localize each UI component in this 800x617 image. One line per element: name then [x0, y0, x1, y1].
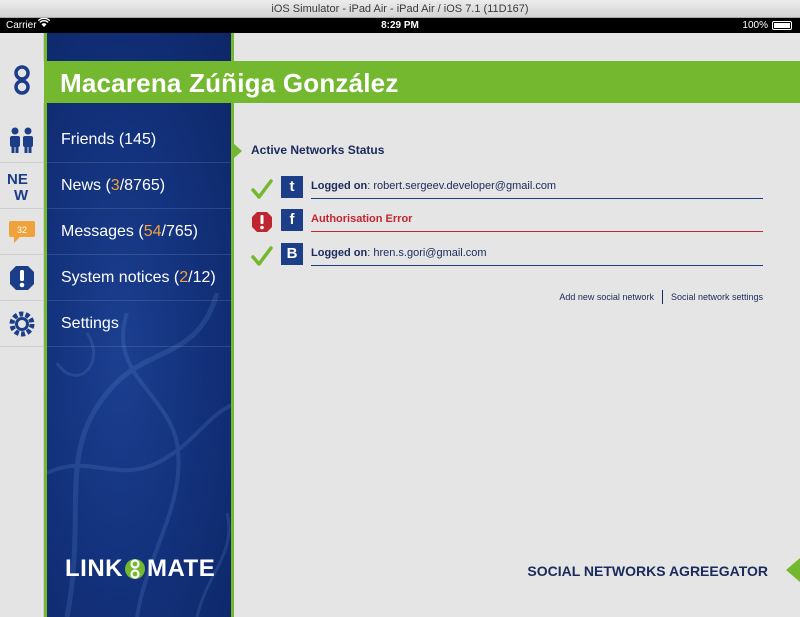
nav-panel: Friends (145) News (3/8765) Messages (54…: [44, 33, 234, 617]
network-status-text: Logged on: hren.s.gori@gmail.com: [311, 247, 487, 259]
nav-news-label: News: [61, 177, 102, 194]
error-icon: [251, 211, 273, 233]
svg-text:W: W: [14, 187, 29, 203]
tumblr-icon: t: [281, 176, 303, 198]
rail-news[interactable]: NE W: [0, 163, 44, 209]
nav-friends[interactable]: Friends (145): [47, 117, 231, 163]
battery-percent: 100%: [742, 20, 768, 31]
section-arrow-icon: [233, 143, 242, 159]
nav-news-total: /8765): [119, 177, 166, 194]
profile-name: Macarena Zúñiga González: [60, 68, 399, 98]
section-title: Active Networks Status: [251, 143, 385, 157]
link-icon: [12, 64, 32, 101]
rail-messages[interactable]: 32: [0, 209, 44, 255]
app-logo: LINK MATE: [65, 555, 215, 583]
row-divider: [311, 265, 763, 266]
check-icon: [251, 245, 273, 267]
nav-messages-total: /765): [161, 223, 198, 240]
footer-arrow-icon[interactable]: [786, 558, 800, 582]
nav-news[interactable]: News (3/8765): [47, 163, 231, 209]
link-separator: [661, 290, 663, 304]
network-row-b[interactable]: B Logged on: hren.s.gori@gmail.com: [251, 243, 763, 269]
nav-messages-label: Messages: [61, 223, 134, 240]
simulator-title-bar: iOS Simulator - iPad Air - iPad Air / iO…: [0, 0, 800, 18]
profile-header: Macarena Zúñiga González: [44, 61, 800, 103]
status-bar: Carrier 8:29 PM 100%: [0, 17, 800, 33]
check-icon: [251, 178, 273, 200]
news-icon: NE W: [5, 169, 39, 203]
nav-notices-new: 2: [179, 269, 189, 286]
nav-notices-label: System notices: [61, 269, 170, 286]
nav-settings[interactable]: Settings: [47, 301, 231, 347]
rail-settings[interactable]: [0, 301, 44, 347]
nav-notices[interactable]: System notices (2/12): [47, 255, 231, 301]
network-row-facebook[interactable]: f Authorisation Error: [251, 209, 763, 235]
nav-settings-label: Settings: [61, 315, 119, 332]
nav-news-new: 3: [110, 177, 120, 194]
clock: 8:29 PM: [381, 20, 419, 31]
svg-text:NE: NE: [7, 171, 28, 188]
rail-link[interactable]: [0, 61, 44, 103]
notice-icon: [8, 264, 36, 292]
network-row-tumblr[interactable]: t Logged on: robert.sergeev.developer@gm…: [251, 176, 763, 202]
footer-title: SOCIAL NETWORKS AGREEGATOR: [527, 563, 768, 579]
messages-badge: 32: [17, 225, 27, 235]
nav-messages[interactable]: Messages (54/765): [47, 209, 231, 255]
nav-friends-count: (145): [118, 131, 157, 148]
battery-icon: [772, 21, 792, 30]
network-links: Add new social network Social network se…: [559, 290, 763, 304]
vk-icon: B: [281, 243, 303, 265]
logo-link-icon: [124, 555, 146, 583]
row-divider: [311, 198, 763, 199]
icon-rail: NE W 32: [0, 33, 44, 617]
nav-messages-new: 54: [143, 223, 162, 240]
network-status-text: Logged on: robert.sergeev.developer@gmai…: [311, 180, 557, 192]
network-settings-link[interactable]: Social network settings: [671, 292, 763, 302]
logo-left-text: LINK: [65, 555, 123, 582]
rail-friends[interactable]: [0, 117, 44, 163]
messages-icon: 32: [7, 219, 37, 245]
friends-icon: [7, 126, 37, 154]
row-divider: [311, 231, 763, 232]
window-title: iOS Simulator - iPad Air - iPad Air / iO…: [271, 3, 529, 15]
nav-friends-label: Friends: [61, 131, 115, 148]
facebook-icon: f: [281, 209, 303, 231]
nav-notices-total: /12): [188, 269, 216, 286]
add-network-link[interactable]: Add new social network: [559, 292, 654, 302]
main-content: Active Networks Status t Logged on: robe…: [233, 103, 800, 617]
network-status-text: Authorisation Error: [311, 213, 413, 225]
settings-icon: [8, 310, 36, 338]
logo-right-text: MATE: [147, 555, 216, 582]
rail-notices[interactable]: [0, 255, 44, 301]
